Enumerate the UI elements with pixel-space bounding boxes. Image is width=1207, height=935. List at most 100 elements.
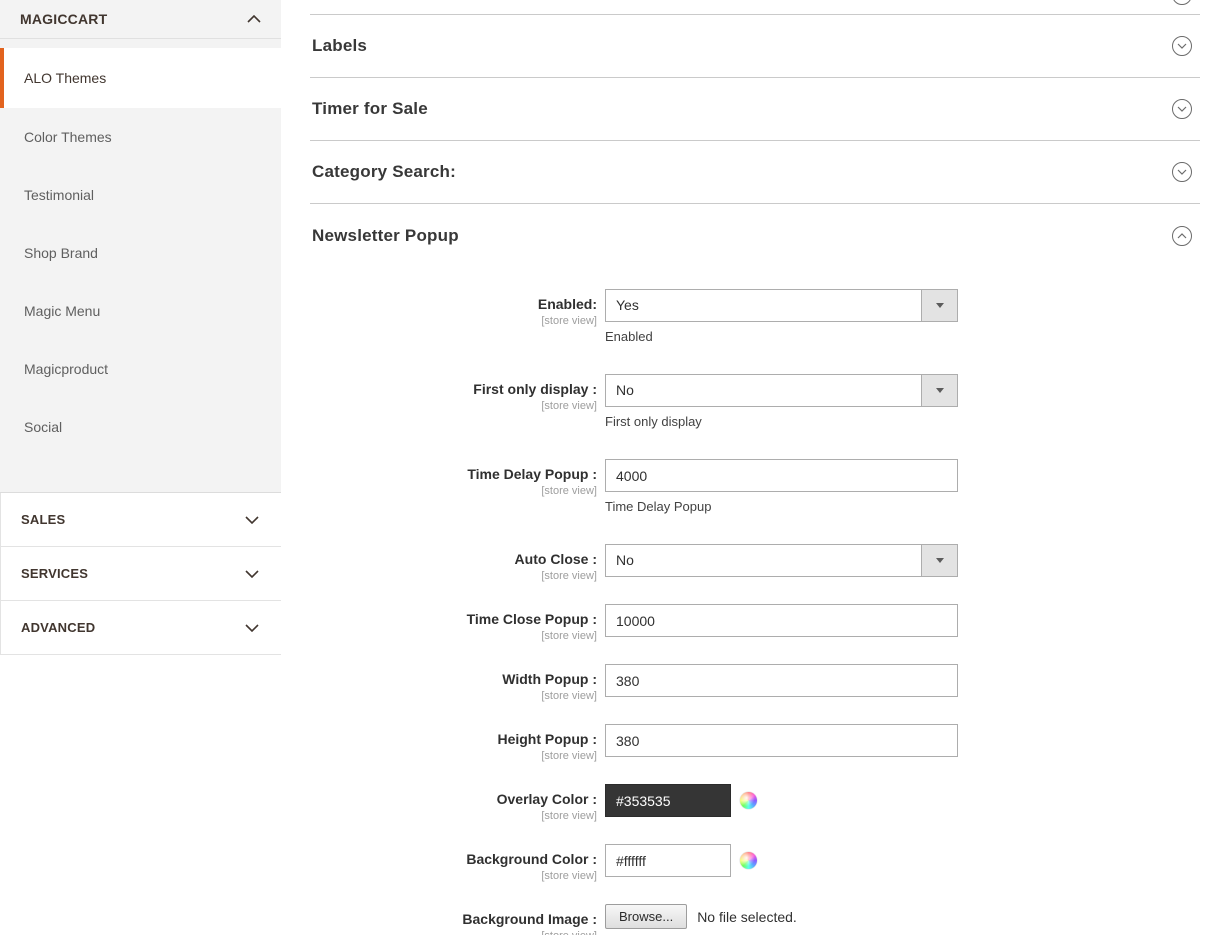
field-label-col: Overlay Color : [store view]	[310, 784, 597, 822]
enabled-scope-label: [store view]	[310, 315, 597, 327]
overlay-color-label: Overlay Color :	[310, 791, 597, 808]
caret-down-icon	[936, 388, 944, 393]
time-close-popup-scope-label: [store view]	[310, 630, 597, 642]
chevron-up-circle-icon[interactable]	[1172, 226, 1192, 246]
first-only-display-select-value: No	[606, 375, 957, 406]
sidebar-section-sales-label: SALES	[21, 512, 65, 527]
background-color-label: Background Color :	[310, 851, 597, 868]
caret-down-icon	[936, 303, 944, 308]
field-row-time-delay-popup: Time Delay Popup : [store view] Time Del…	[310, 459, 1200, 522]
color-picker-icon[interactable]	[740, 792, 757, 809]
chevron-down-icon[interactable]	[245, 570, 259, 578]
time-close-popup-label: Time Close Popup :	[310, 611, 597, 628]
sidebar-menu: ALO Themes Color Themes Testimonial Shop…	[0, 39, 281, 493]
chevron-down-circle-icon[interactable]	[1172, 99, 1192, 119]
accordion-section-newsletter-popup[interactable]: Newsletter Popup	[310, 204, 1200, 267]
auto-close-select-value: No	[606, 545, 957, 576]
time-delay-popup-scope-label: [store view]	[310, 485, 597, 497]
config-main: Labels Timer for Sale Category Search: N…	[281, 0, 1207, 935]
sidebar-item-magic-menu[interactable]: Magic Menu	[0, 282, 281, 340]
select-dropdown-button[interactable]	[921, 375, 957, 406]
sidebar-item-social[interactable]: Social	[0, 398, 281, 456]
field-row-width-popup: Width Popup : [store view]	[310, 664, 1200, 702]
browse-button[interactable]: Browse...	[605, 904, 687, 929]
field-label-col: Auto Close : [store view]	[310, 544, 597, 582]
select-dropdown-button[interactable]	[921, 545, 957, 576]
field-label-col: Time Close Popup : [store view]	[310, 604, 597, 642]
chevron-down-icon[interactable]	[245, 516, 259, 524]
enabled-label: Enabled:	[310, 296, 597, 313]
chevron-down-circle-icon[interactable]	[1172, 162, 1192, 182]
accordion-section-timer-for-sale[interactable]: Timer for Sale	[310, 78, 1200, 141]
background-color-scope-label: [store view]	[310, 870, 597, 882]
sidebar-item-color-themes[interactable]: Color Themes	[0, 108, 281, 166]
accordion-section-newsletter-popup-title: Newsletter Popup	[312, 226, 459, 246]
height-popup-scope-label: [store view]	[310, 750, 597, 762]
field-row-background-image: Background Image : [store view] Browse..…	[310, 904, 1200, 935]
background-image-label: Background Image :	[310, 911, 597, 928]
field-label-col: Time Delay Popup : [store view]	[310, 459, 597, 522]
width-popup-label: Width Popup :	[310, 671, 597, 688]
sidebar-groups: SALES SERVICES ADVANCED	[0, 493, 281, 655]
sidebar-section-services-label: SERVICES	[21, 566, 88, 581]
first-only-display-scope-label: [store view]	[310, 400, 597, 412]
first-only-display-note: First only display	[605, 414, 958, 429]
enabled-select[interactable]: Yes	[605, 289, 958, 322]
auto-close-scope-label: [store view]	[310, 570, 597, 582]
field-row-overlay-color: Overlay Color : [store view]	[310, 784, 1200, 822]
width-popup-input[interactable]	[605, 664, 958, 697]
sidebar-section-magiccart-label: MAGICCART	[20, 11, 107, 27]
time-delay-popup-label: Time Delay Popup :	[310, 466, 597, 483]
enabled-select-value: Yes	[606, 290, 957, 321]
accordion-section-timer-title: Timer for Sale	[312, 99, 428, 119]
sidebar-menu-spacer	[0, 456, 281, 493]
sidebar-section-advanced[interactable]: ADVANCED	[1, 601, 281, 655]
field-row-background-color: Background Color : [store view]	[310, 844, 1200, 882]
auto-close-select[interactable]: No	[605, 544, 958, 577]
auto-close-label: Auto Close :	[310, 551, 597, 568]
accordion-partial-section	[310, 0, 1200, 15]
accordion-section-category-search[interactable]: Category Search:	[310, 141, 1200, 204]
overlay-color-scope-label: [store view]	[310, 810, 597, 822]
field-row-height-popup: Height Popup : [store view]	[310, 724, 1200, 762]
color-picker-icon[interactable]	[740, 852, 757, 869]
sidebar-section-services[interactable]: SERVICES	[1, 547, 281, 601]
enabled-note: Enabled	[605, 329, 958, 344]
field-label-col: Enabled: [store view]	[310, 289, 597, 352]
time-delay-popup-input[interactable]	[605, 459, 958, 492]
chevron-circle-icon[interactable]	[1172, 0, 1192, 5]
field-row-enabled: Enabled: [store view] Yes Enabled	[310, 289, 1200, 352]
select-dropdown-button[interactable]	[921, 290, 957, 321]
sidebar-section-advanced-label: ADVANCED	[21, 620, 95, 635]
field-label-col: Height Popup : [store view]	[310, 724, 597, 762]
time-close-popup-input[interactable]	[605, 604, 958, 637]
sidebar-item-alo-themes[interactable]: ALO Themes	[0, 48, 281, 108]
newsletter-popup-form: Enabled: [store view] Yes Enabled First …	[310, 289, 1200, 935]
accordion-section-category-search-title: Category Search:	[312, 162, 456, 182]
sidebar-section-sales[interactable]: SALES	[1, 493, 281, 547]
field-row-time-close-popup: Time Close Popup : [store view]	[310, 604, 1200, 642]
field-label-col: Background Image : [store view]	[310, 904, 597, 935]
first-only-display-label: First only display :	[310, 381, 597, 398]
field-row-auto-close: Auto Close : [store view] No	[310, 544, 1200, 582]
width-popup-scope-label: [store view]	[310, 690, 597, 702]
sidebar-section-magiccart[interactable]: MAGICCART	[0, 0, 281, 39]
sidebar: MAGICCART ALO Themes Color Themes Testim…	[0, 0, 281, 935]
height-popup-label: Height Popup :	[310, 731, 597, 748]
accordion-section-labels[interactable]: Labels	[310, 15, 1200, 78]
first-only-display-select[interactable]: No	[605, 374, 958, 407]
sidebar-item-testimonial[interactable]: Testimonial	[0, 166, 281, 224]
background-color-input[interactable]	[605, 844, 731, 877]
field-label-col: First only display : [store view]	[310, 374, 597, 437]
sidebar-item-magicproduct[interactable]: Magicproduct	[0, 340, 281, 398]
overlay-color-input[interactable]	[605, 784, 731, 817]
background-image-scope-label: [store view]	[310, 930, 597, 935]
admin-config-screen: MAGICCART ALO Themes Color Themes Testim…	[0, 0, 1207, 935]
chevron-up-icon[interactable]	[247, 15, 261, 23]
height-popup-input[interactable]	[605, 724, 958, 757]
caret-down-icon	[936, 558, 944, 563]
sidebar-item-shop-brand[interactable]: Shop Brand	[0, 224, 281, 282]
chevron-down-circle-icon[interactable]	[1172, 36, 1192, 56]
chevron-down-icon[interactable]	[245, 624, 259, 632]
time-delay-popup-note: Time Delay Popup	[605, 499, 958, 514]
